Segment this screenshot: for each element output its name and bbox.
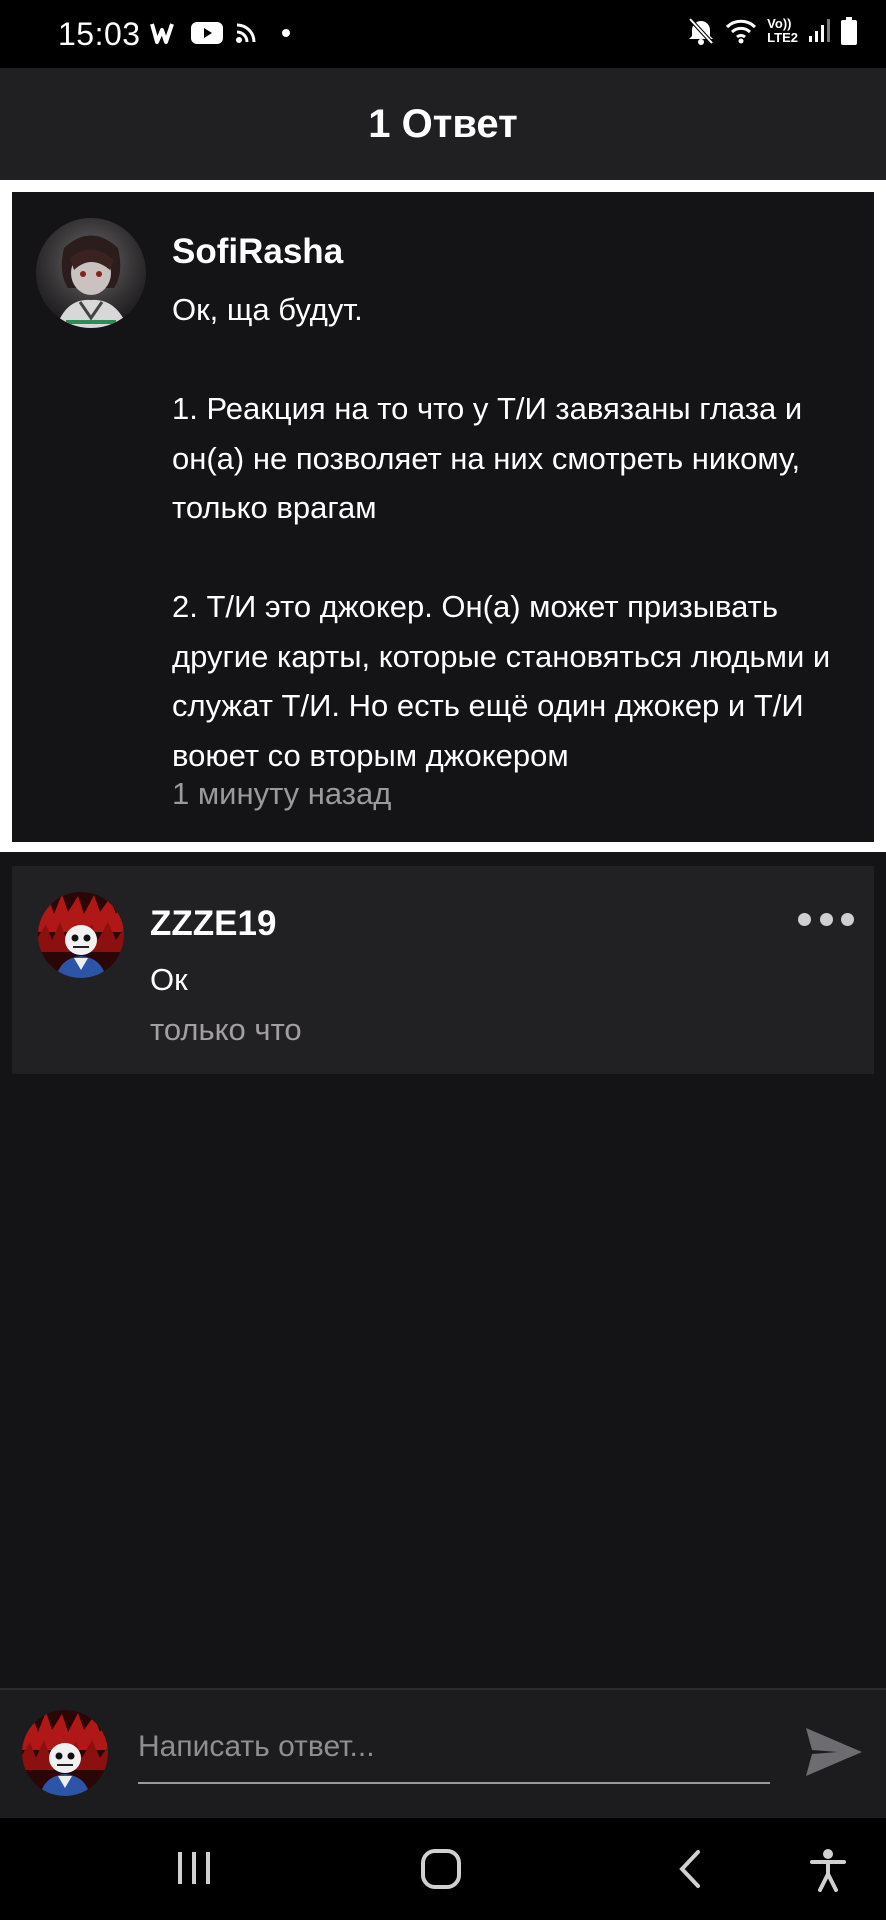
comment-text: Ок, ща будут. 1. Реакция на то что у Т/И… [172, 292, 831, 773]
wifi-icon [726, 19, 757, 44]
reply-username[interactable]: ZZZE19 [150, 904, 276, 944]
home-button[interactable] [420, 1848, 462, 1890]
volte-label: Vo)) [767, 16, 792, 31]
replies-header: 1 Ответ [0, 68, 886, 180]
send-icon[interactable] [802, 1720, 866, 1784]
volte-lte2-icon: Vo)) LTE2 [767, 17, 798, 45]
avatar-image [38, 892, 124, 978]
signal-icon [809, 19, 830, 42]
avatar[interactable] [36, 218, 146, 328]
status-bar: 15:03 Vo)) LTE2 [0, 0, 886, 68]
comment-username[interactable]: SofiRasha [172, 232, 343, 272]
status-right-icons: Vo)) LTE2 [687, 16, 858, 46]
comment-timestamp: 1 минуту назад [172, 776, 392, 811]
recent-apps-button[interactable] [176, 1848, 212, 1888]
reply-timestamp: только что [150, 1012, 302, 1047]
reply-input[interactable] [138, 1712, 770, 1784]
accessibility-button[interactable] [808, 1848, 848, 1892]
youtube-icon [191, 22, 223, 44]
reply-composer [0, 1688, 886, 1820]
avatar[interactable] [38, 892, 124, 978]
parent-comment[interactable]: SofiRasha Ок, ща будут. 1. Реакция на то… [12, 192, 874, 842]
more-options-icon[interactable] [798, 906, 854, 932]
status-left-icons [150, 20, 290, 46]
avatar-image [36, 218, 146, 328]
rss-icon [236, 23, 256, 43]
battery-icon [841, 17, 857, 45]
notification-dot [282, 29, 290, 37]
reply-card[interactable]: ZZZE19 Ок только что [12, 866, 874, 1074]
system-navigation-bar [0, 1818, 886, 1920]
page-title: 1 Ответ [368, 101, 518, 146]
wattpad-icon [150, 23, 174, 44]
current-user-avatar[interactable] [22, 1710, 108, 1796]
mute-icon [688, 17, 714, 45]
back-button[interactable] [676, 1848, 704, 1890]
reply-text: Ок [150, 962, 188, 997]
avatar-image [22, 1710, 108, 1796]
lte-label: LTE2 [767, 30, 798, 45]
status-time: 15:03 [58, 16, 141, 52]
